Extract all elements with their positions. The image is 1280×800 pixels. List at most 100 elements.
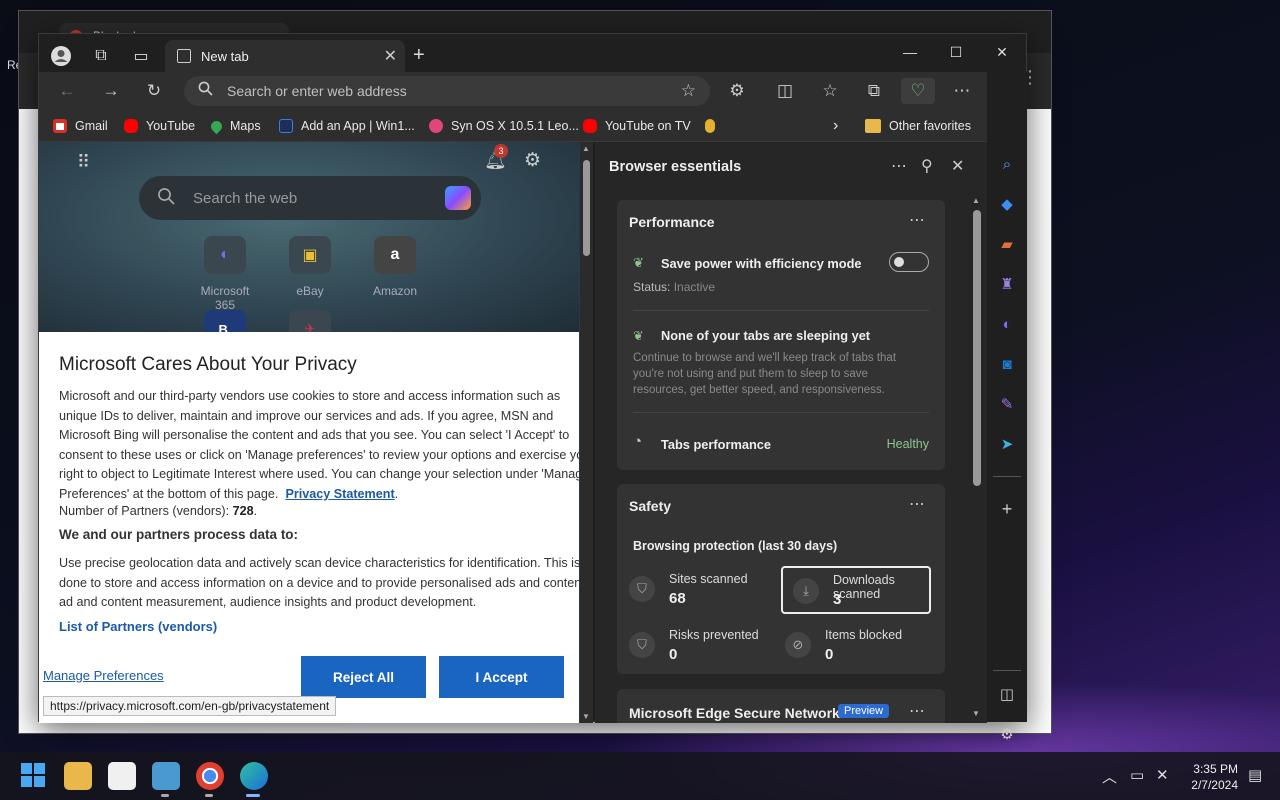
quick-link-label: Microsoft 365 [200, 284, 250, 312]
collections-icon[interactable]: ⧉ [860, 78, 888, 104]
stat-value: 0 [669, 646, 678, 663]
web-search-box[interactable]: Search the web [139, 176, 481, 220]
quick-link-ebay[interactable]: ▣ eBay [275, 236, 345, 298]
divider [633, 310, 929, 311]
quick-link-amazon[interactable]: a Amazon [360, 236, 430, 298]
edge-sidebar: ⌕ ◆ ▰ ♜ ◐ ◙ ✎ ➤ + ◫ ⚙ [987, 72, 1027, 743]
tabs-performance-label: Tabs performance [661, 437, 771, 452]
show-hidden-icons-chevron-icon[interactable]: ︿ [1102, 766, 1117, 787]
maximize-button[interactable]: ☐ [933, 38, 979, 66]
sleeping-tabs-icon: ❦ [633, 328, 644, 343]
tab-actions-icon[interactable]: ▭ [127, 42, 155, 70]
sidebar-microsoft-365-icon[interactable]: ◐ [995, 312, 1019, 336]
sidebar-add-icon[interactable]: + [995, 497, 1019, 521]
sidebar-divider [993, 476, 1021, 477]
scroll-down-arrow-icon[interactable]: ▼ [582, 712, 590, 721]
secure-network-more-icon[interactable]: ⋯ [909, 701, 925, 721]
panel-scrollbar-thumb[interactable] [973, 210, 981, 486]
page-scrollbar[interactable]: ▲ ▼ [580, 142, 593, 723]
sidebar-drop-icon[interactable]: ➤ [995, 432, 1019, 456]
favorite-syn-os[interactable]: Syn OS X 10.5.1 Leo... [429, 117, 579, 135]
favorite-youtube[interactable]: YouTube [124, 117, 195, 135]
sidebar-search-icon[interactable]: ⌕ [995, 152, 1019, 176]
favorite-youtube-tv[interactable]: YouTube on TV [583, 117, 691, 135]
edge-taskbar-icon[interactable] [240, 762, 268, 790]
sidebar-outlook-icon[interactable]: ◙ [995, 352, 1019, 376]
close-tab-icon[interactable]: ✕ [384, 46, 397, 66]
favorite-add-an-app[interactable]: Add an App | Win1... [279, 117, 415, 135]
navigation-toolbar: ← → ↻ Search or enter web address ☆ ⚙ ◫ … [39, 72, 1026, 110]
back-arrow-icon[interactable]: ← [53, 78, 81, 104]
stat-value: 3 [833, 591, 842, 608]
address-bar[interactable]: Search or enter web address ☆ [184, 76, 710, 106]
search-icon [157, 187, 175, 210]
workspaces-icon[interactable]: ⧉ [87, 42, 115, 70]
notification-center-icon[interactable]: ▤ [1248, 766, 1262, 784]
snipping-tool-icon[interactable] [152, 762, 180, 790]
close-panel-icon[interactable]: ✕ [951, 156, 964, 176]
folder-icon [865, 119, 881, 133]
sidebar-designer-icon[interactable]: ✎ [995, 392, 1019, 416]
split-screen-icon[interactable]: ◫ [771, 78, 799, 104]
panel-scrollbar[interactable]: ▲ ▼ [971, 192, 983, 720]
favorite-star-icon[interactable]: ☆ [681, 81, 696, 101]
app-launcher-grid-icon[interactable]: ⠿ [77, 152, 90, 173]
system-clock[interactable]: 3:35 PM 2/7/2024 [1188, 761, 1238, 793]
refresh-icon[interactable]: ↻ [140, 78, 168, 104]
privacy-statement-link[interactable]: Privacy Statement [285, 487, 394, 501]
search-icon [198, 81, 213, 101]
copilot-search-icon[interactable] [445, 186, 471, 210]
unpin-panel-icon[interactable]: ⚲ [921, 156, 933, 176]
extensions-icon[interactable]: ⚙ [723, 78, 751, 104]
more-options-icon[interactable]: ⋯ [948, 78, 976, 104]
volume-muted-icon[interactable]: ✕ [1156, 766, 1169, 784]
minimize-button[interactable]: — [887, 38, 933, 66]
new-tab-plus-icon[interactable]: + [413, 44, 425, 67]
sidebar-hide-icon[interactable]: ◫ [995, 682, 1019, 706]
profile-avatar-icon[interactable] [47, 42, 75, 70]
tab-new-tab[interactable]: New tab ✕ [165, 40, 405, 72]
chrome-icon[interactable] [196, 762, 224, 790]
i-accept-button[interactable]: I Accept [439, 656, 564, 698]
status-label: Status: [633, 280, 671, 294]
panel-scroll-down-icon[interactable]: ▼ [972, 709, 980, 718]
page-settings-gear-icon[interactable]: ⚙ [524, 149, 541, 172]
other-favorites-folder[interactable]: Other favorites [865, 117, 971, 135]
sidebar-settings-icon[interactable]: ⚙ [995, 722, 1019, 746]
favorite-maps[interactable]: Maps [208, 117, 261, 135]
reject-all-button[interactable]: Reject All [301, 656, 426, 698]
gmail-icon [53, 119, 67, 133]
close-window-button[interactable]: ✕ [979, 38, 1025, 66]
more-favorites-chevron-icon[interactable]: › [833, 117, 838, 135]
safety-more-icon[interactable]: ⋯ [909, 494, 925, 514]
sidebar-shopping-icon[interactable]: ◆ [995, 192, 1019, 216]
page-scrollbar-thumb[interactable] [583, 160, 590, 256]
favorites-icon[interactable]: ☆ [816, 78, 844, 104]
favorite-label: Add an App | Win1... [301, 119, 415, 133]
performance-more-icon[interactable]: ⋯ [909, 210, 925, 230]
efficiency-mode-toggle[interactable] [889, 252, 929, 272]
favorite-extra-item[interactable] [705, 117, 723, 135]
other-favorites-label: Other favorites [889, 119, 971, 133]
file-explorer-icon[interactable] [64, 762, 92, 790]
network-icon[interactable]: ▭ [1130, 766, 1144, 784]
browser-essentials-icon[interactable]: ♡ [901, 78, 935, 104]
sidebar-tools-icon[interactable]: ▰ [995, 232, 1019, 256]
maps-pin-icon [208, 118, 225, 134]
panel-scroll-up-icon[interactable]: ▲ [972, 196, 980, 205]
stat-label: Sites scanned [669, 572, 748, 586]
scroll-up-arrow-icon[interactable]: ▲ [582, 144, 590, 153]
panel-more-options-icon[interactable]: ⋯ [891, 156, 907, 176]
start-windows-icon[interactable] [20, 762, 48, 790]
web-search-placeholder: Search the web [193, 189, 298, 207]
stat-label: Items blocked [825, 628, 903, 642]
manage-preferences-link[interactable]: Manage Preferences [43, 668, 164, 683]
sidebar-games-icon[interactable]: ♜ [995, 272, 1019, 296]
favorite-gmail[interactable]: Gmail [53, 117, 108, 135]
address-placeholder: Search or enter web address [227, 83, 407, 99]
downloads-scanned-stat[interactable]: ⤓ Downloads scanned 3 [781, 566, 931, 614]
list-of-partners-link[interactable]: List of Partners (vendors) [59, 619, 217, 634]
forward-arrow-icon[interactable]: → [97, 78, 125, 104]
quick-link-microsoft-365[interactable]: ◐ Microsoft 365 [190, 236, 260, 312]
microsoft-store-icon[interactable] [108, 762, 136, 790]
